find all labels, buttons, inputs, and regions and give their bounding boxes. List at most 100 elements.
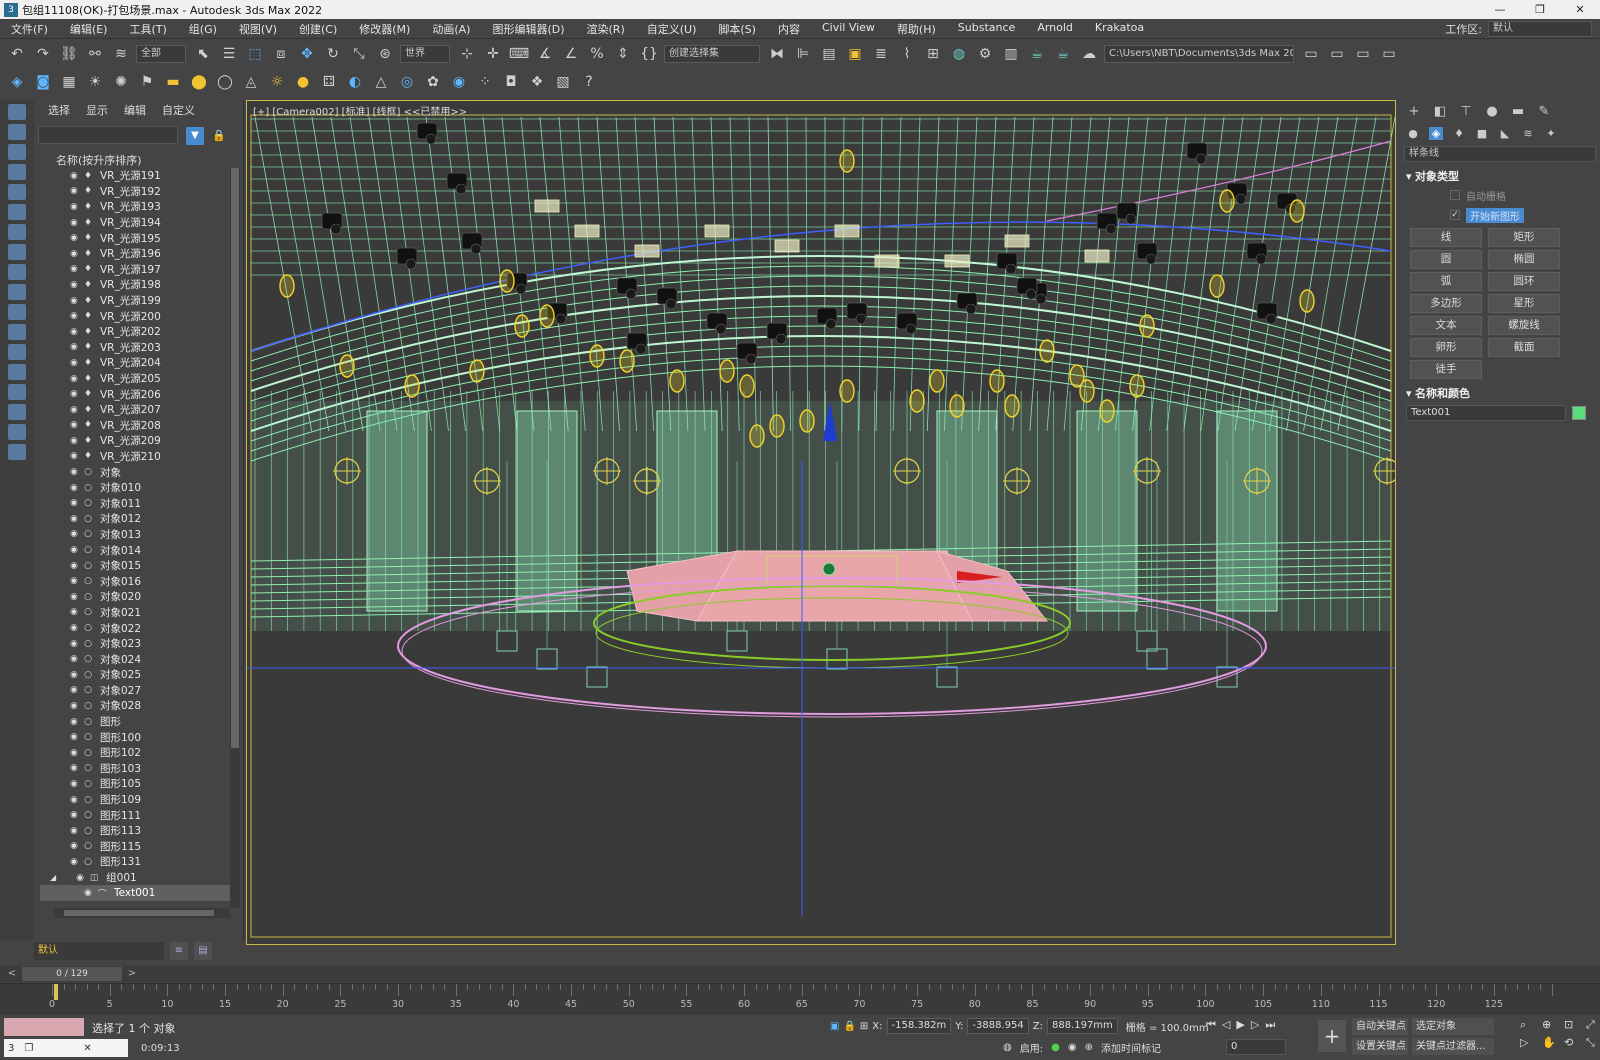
visibility-eye-icon[interactable]: ◉ bbox=[70, 826, 80, 836]
set-key-icon[interactable]: + bbox=[1318, 1020, 1346, 1052]
active-layer-select[interactable]: 默认 bbox=[34, 942, 164, 960]
rect-selection-icon[interactable]: ⬚ bbox=[244, 43, 266, 65]
pivot-center-icon[interactable]: ⊹ bbox=[456, 43, 478, 65]
schematic-view-icon[interactable]: ⊞ bbox=[922, 43, 944, 65]
vray-decal-icon[interactable]: ◎ bbox=[396, 71, 418, 93]
render-iterative-icon[interactable]: ☕ bbox=[1052, 43, 1074, 65]
visibility-eye-icon[interactable]: ◉ bbox=[70, 389, 80, 399]
visibility-eye-icon[interactable]: ◉ bbox=[70, 685, 80, 695]
time-cursor[interactable] bbox=[54, 984, 58, 1000]
explorer-filter-icon[interactable] bbox=[8, 444, 26, 460]
layer-manager-icon[interactable]: ▤ bbox=[194, 942, 212, 960]
visibility-eye-icon[interactable]: ◉ bbox=[70, 576, 80, 586]
object-type-rollout[interactable]: 对象类型 bbox=[1406, 168, 1600, 184]
visibility-eye-icon[interactable]: ◉ bbox=[70, 264, 80, 274]
frame-buffer-icon[interactable]: ▦ bbox=[58, 71, 80, 93]
display-tab-icon[interactable]: ▬ bbox=[1510, 104, 1526, 119]
menu-item[interactable]: 创建(C) bbox=[288, 21, 348, 37]
visibility-eye-icon[interactable]: ◉ bbox=[70, 670, 80, 680]
list-item[interactable]: ◉ ○ 对象013 bbox=[40, 527, 230, 543]
pan-icon[interactable]: ✋ bbox=[1542, 1036, 1560, 1050]
workspace-select[interactable]: 默认 bbox=[1488, 21, 1592, 37]
hierarchy-tab-icon[interactable]: ⊤ bbox=[1458, 104, 1474, 119]
visibility-eye-icon[interactable]: ◉ bbox=[70, 810, 80, 820]
list-item[interactable]: ◉ ♦ VR_光源193 bbox=[40, 199, 230, 215]
list-item[interactable]: ◉ ♦ VR_光源196 bbox=[40, 246, 230, 262]
undo-icon[interactable]: ↶ bbox=[6, 43, 28, 65]
explorer-hscrollbar[interactable] bbox=[54, 908, 230, 918]
unlink-icon[interactable]: ⚯ bbox=[84, 43, 106, 65]
select-move-icon[interactable]: ✥ bbox=[296, 43, 318, 65]
shapes-icon[interactable]: ◈ bbox=[1429, 126, 1443, 140]
list-item[interactable]: ◉ ○ 对象023 bbox=[40, 636, 230, 652]
geometry-icon[interactable]: ● bbox=[1406, 127, 1420, 140]
menu-item[interactable]: 修改器(M) bbox=[348, 21, 421, 37]
visibility-eye-icon[interactable]: ◉ bbox=[70, 467, 80, 477]
angle-snap-icon[interactable]: ∠ bbox=[560, 43, 582, 65]
spacewarps-icon[interactable]: ≋ bbox=[1521, 127, 1535, 140]
helpers-icon[interactable]: ◣ bbox=[1498, 127, 1512, 140]
render-setup-icon[interactable]: ⚙ bbox=[974, 43, 996, 65]
select-manipulate-icon[interactable]: ✛ bbox=[482, 43, 504, 65]
zoom-extents-icon[interactable]: ⊡ bbox=[1564, 1018, 1582, 1032]
menu-item[interactable]: 图形编辑器(D) bbox=[481, 21, 575, 37]
menu-item[interactable]: 内容 bbox=[767, 21, 811, 37]
explorer-filter-icon[interactable] bbox=[8, 244, 26, 260]
project-folder-icon[interactable]: ▭ bbox=[1300, 43, 1322, 65]
layer-stack-icon[interactable]: ≡ bbox=[170, 942, 188, 960]
list-item[interactable]: ◉ ○ 图形102 bbox=[40, 745, 230, 761]
explorer-tab[interactable]: 编辑 bbox=[124, 102, 146, 118]
select-scale-icon[interactable]: ⤡ bbox=[348, 43, 370, 65]
list-item[interactable]: ◉ ○ 图形 bbox=[40, 714, 230, 730]
visibility-eye-icon[interactable]: ◉ bbox=[70, 233, 80, 243]
key-filters-button[interactable]: 关键点过滤器... bbox=[1412, 1038, 1494, 1055]
explorer-filter-icon[interactable] bbox=[8, 284, 26, 300]
vray-scene-tool-icon[interactable]: ▧ bbox=[552, 71, 574, 93]
visibility-eye-icon[interactable]: ◉ bbox=[70, 171, 80, 181]
visibility-eye-icon[interactable]: ◉ bbox=[70, 483, 80, 493]
list-item[interactable]: ◉ ♦ VR_光源194 bbox=[40, 215, 230, 231]
y-coordinate-field[interactable]: -3888.954 bbox=[967, 1018, 1029, 1034]
prev-key-icon[interactable]: ◁ bbox=[1222, 1018, 1230, 1032]
vray-mesh-icon[interactable]: ◬ bbox=[240, 71, 262, 93]
visibility-eye-icon[interactable]: ◉ bbox=[70, 186, 80, 196]
list-item[interactable]: ◉ ♦ VR_光源198 bbox=[40, 277, 230, 293]
menu-item[interactable]: 渲染(R) bbox=[576, 21, 636, 37]
list-item[interactable]: ◉ ○ 对象012 bbox=[40, 511, 230, 527]
shape-type-button[interactable]: 文本 bbox=[1410, 316, 1482, 335]
vray-plane-icon[interactable]: ▬ bbox=[162, 71, 184, 93]
name-color-rollout[interactable]: 名称和颜色 bbox=[1406, 385, 1600, 401]
explorer-filter-icon[interactable] bbox=[8, 364, 26, 380]
x-coordinate-field[interactable]: -158.382m bbox=[886, 1018, 952, 1034]
shape-type-button[interactable]: 圆 bbox=[1410, 250, 1482, 269]
open-project-icon[interactable]: ▭ bbox=[1352, 43, 1374, 65]
menu-item[interactable]: 工具(T) bbox=[118, 21, 177, 37]
auto-key-button[interactable]: 自动关键点 bbox=[1352, 1018, 1408, 1035]
visibility-eye-icon[interactable]: ◉ bbox=[70, 607, 80, 617]
orbit-icon[interactable]: ⟲ bbox=[1564, 1036, 1582, 1050]
add-time-tag-icon[interactable]: ⊕ bbox=[1085, 1042, 1093, 1053]
create-project-icon[interactable]: ▭ bbox=[1326, 43, 1348, 65]
render-cloud-icon[interactable]: ☁ bbox=[1078, 43, 1100, 65]
visibility-eye-icon[interactable]: ◉ bbox=[70, 249, 80, 259]
restore-button[interactable]: ❐ bbox=[1520, 0, 1560, 19]
start-new-shape-checkbox[interactable]: ✓ 开始新图形 bbox=[1450, 206, 1600, 224]
visibility-eye-icon[interactable]: ◉ bbox=[70, 592, 80, 602]
explorer-filter-icon[interactable] bbox=[8, 224, 26, 240]
explorer-filter-icon[interactable] bbox=[8, 104, 26, 120]
list-item[interactable]: ◉ ♦ VR_光源209 bbox=[40, 433, 230, 449]
lights-icon[interactable]: ♦ bbox=[1452, 127, 1466, 140]
shape-type-button[interactable]: 线 bbox=[1410, 228, 1482, 247]
redo-icon[interactable]: ↷ bbox=[32, 43, 54, 65]
list-item[interactable]: ◉ ♦ VR_光源205 bbox=[40, 371, 230, 387]
selection-lock-icon[interactable]: 🔒 bbox=[843, 1021, 855, 1032]
vray-dome-icon[interactable]: ◯ bbox=[214, 71, 236, 93]
shape-type-button[interactable]: 圆环 bbox=[1488, 272, 1560, 291]
save-project-icon[interactable]: ▭ bbox=[1378, 43, 1400, 65]
visibility-eye-icon[interactable]: ◉ bbox=[70, 779, 80, 789]
keyboard-shortcut-icon[interactable]: ⌨ bbox=[508, 43, 530, 65]
list-item[interactable]: ◉ ♦ VR_光源208 bbox=[40, 418, 230, 434]
set-key-button[interactable]: 设置关键点 bbox=[1352, 1038, 1408, 1055]
menu-item[interactable]: 编辑(E) bbox=[59, 21, 119, 37]
list-item[interactable]: ◉ ♦ VR_光源207 bbox=[40, 402, 230, 418]
